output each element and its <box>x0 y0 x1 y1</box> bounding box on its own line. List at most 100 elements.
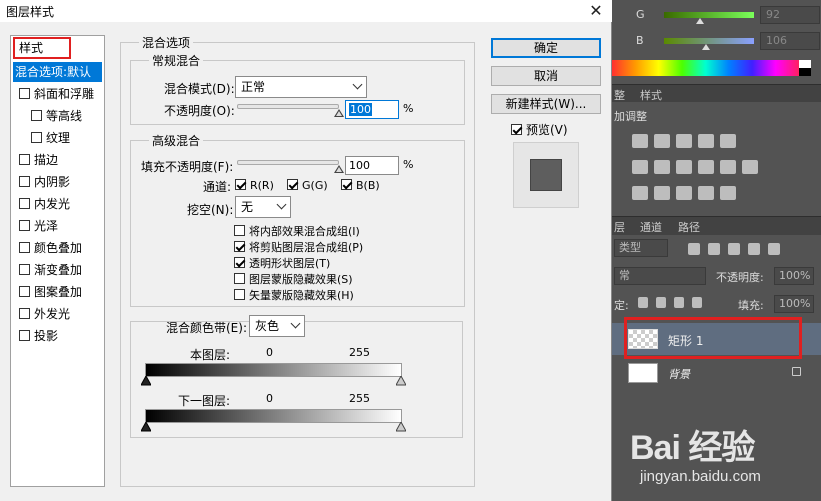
checkbox-icon[interactable] <box>19 154 30 165</box>
option-vector-mask-hides-effects-checkbox[interactable]: 矢量蒙版隐藏效果(H) <box>234 287 354 303</box>
color-slider-thumb[interactable] <box>702 44 710 50</box>
checkbox-icon[interactable] <box>19 242 30 253</box>
checkbox-icon[interactable] <box>19 286 30 297</box>
invert-icon[interactable] <box>632 186 648 200</box>
tab-paths[interactable]: 路径 <box>678 219 700 235</box>
fill-opacity-input[interactable]: 100 <box>345 156 399 175</box>
style-item-stroke[interactable]: 描边 <box>13 150 102 170</box>
channel-b-checkbox[interactable]: B(B) <box>341 179 380 192</box>
tab-adjustments[interactable]: 整 <box>614 87 625 103</box>
style-item-color-overlay[interactable]: 颜色叠加 <box>13 238 102 258</box>
bw-icon[interactable] <box>676 160 692 174</box>
checkbox-icon[interactable] <box>19 176 30 187</box>
lock-transparency-icon[interactable] <box>638 297 648 308</box>
brightness-icon[interactable] <box>632 134 648 148</box>
style-item-pattern-overlay[interactable]: 图案叠加 <box>13 282 102 302</box>
filter-pixel-icon[interactable] <box>688 243 700 255</box>
color-slider-thumb[interactable] <box>696 18 704 24</box>
blend-mode-select[interactable]: 正常 <box>235 76 367 98</box>
checkbox-icon[interactable] <box>19 88 30 99</box>
style-item-satin[interactable]: 光泽 <box>13 216 102 236</box>
style-item-inner-shadow[interactable]: 内阴影 <box>13 172 102 192</box>
style-item-bevel-emboss[interactable]: 斜面和浮雕 <box>13 84 102 104</box>
layer-opacity-field[interactable]: 100% <box>774 267 814 285</box>
close-icon[interactable]: ✕ <box>586 0 606 22</box>
checkbox-checked-icon[interactable] <box>511 124 522 135</box>
filter-smart-icon[interactable] <box>768 243 780 255</box>
opacity-slider-thumb[interactable] <box>334 109 344 117</box>
layer-blend-mode-select[interactable]: 常 <box>614 267 706 285</box>
checkbox-checked-icon[interactable] <box>234 241 245 252</box>
layer-fill-field[interactable]: 100% <box>774 295 814 313</box>
color-value-field[interactable]: 106 <box>760 32 820 50</box>
checkbox-icon[interactable] <box>234 289 245 300</box>
style-list-header[interactable]: 样式 <box>13 37 71 59</box>
checkbox-icon[interactable] <box>19 220 30 231</box>
blend-if-select[interactable]: 灰色 <box>249 315 305 337</box>
tab-styles[interactable]: 样式 <box>640 87 662 103</box>
underlying-white-stop[interactable] <box>396 422 406 432</box>
photo-filter-icon[interactable] <box>698 160 714 174</box>
lock-position-icon[interactable] <box>674 297 684 308</box>
style-item-texture[interactable]: 纹理 <box>13 128 102 148</box>
lock-all-icon[interactable] <box>692 297 702 308</box>
filter-adjust-icon[interactable] <box>708 243 720 255</box>
color-slider-b[interactable]: B 106 <box>636 32 821 52</box>
checkbox-icon[interactable] <box>19 308 30 319</box>
opacity-slider[interactable] <box>237 104 339 109</box>
channel-r-checkbox[interactable]: R(R) <box>235 179 274 192</box>
black-white-swatch[interactable] <box>799 60 811 76</box>
option-blend-interior-effects-checkbox[interactable]: 将内部效果混合成组(I) <box>234 223 360 239</box>
style-item-outer-glow[interactable]: 外发光 <box>13 304 102 324</box>
fill-opacity-slider[interactable] <box>237 160 339 165</box>
checkbox-icon[interactable] <box>19 330 30 341</box>
color-slider-g[interactable]: G 92 <box>636 6 821 26</box>
exposure-icon[interactable] <box>698 134 714 148</box>
option-layer-mask-hides-effects-checkbox[interactable]: 图层蒙版隐藏效果(S) <box>234 271 353 287</box>
gradient-map-icon[interactable] <box>698 186 714 200</box>
layer-row-background[interactable]: 背景 <box>612 357 821 389</box>
ok-button[interactable]: 确定 <box>491 38 601 58</box>
underlying-layer-gradient[interactable] <box>145 409 402 423</box>
checkbox-icon[interactable] <box>234 273 245 284</box>
opacity-input[interactable]: 100 <box>345 100 399 119</box>
lock-pixels-icon[interactable] <box>656 297 666 308</box>
checkbox-icon[interactable] <box>31 110 42 121</box>
color-slider-track[interactable] <box>664 12 754 18</box>
style-item-contour[interactable]: 等高线 <box>13 106 102 126</box>
style-item-blend-options-default[interactable]: 混合选项:默认 <box>13 62 102 82</box>
tab-channels[interactable]: 通道 <box>640 219 662 235</box>
underlying-black-stop[interactable] <box>141 422 151 432</box>
checkbox-checked-icon[interactable] <box>341 179 352 190</box>
dialog-titlebar[interactable]: 图层样式 ✕ <box>0 0 612 22</box>
checkbox-icon[interactable] <box>19 198 30 209</box>
filter-type-icon[interactable] <box>728 243 740 255</box>
channel-g-checkbox[interactable]: G(G) <box>287 179 328 192</box>
fill-opacity-slider-thumb[interactable] <box>334 165 344 173</box>
channel-mixer-icon[interactable] <box>720 160 736 174</box>
color-value-field[interactable]: 92 <box>760 6 820 24</box>
this-layer-white-stop[interactable] <box>396 376 406 386</box>
vibrance-icon[interactable] <box>720 134 736 148</box>
color-spectrum[interactable] <box>612 60 799 76</box>
checkbox-checked-icon[interactable] <box>234 257 245 268</box>
filter-shape-icon[interactable] <box>748 243 760 255</box>
style-item-inner-glow[interactable]: 内发光 <box>13 194 102 214</box>
color-lookup-icon[interactable] <box>742 160 758 174</box>
selective-color-icon[interactable] <box>720 186 736 200</box>
knockout-select[interactable]: 无 <box>235 196 291 218</box>
color-balance-icon[interactable] <box>654 160 670 174</box>
checkbox-icon[interactable] <box>31 132 42 143</box>
curves-icon[interactable] <box>676 134 692 148</box>
style-item-gradient-overlay[interactable]: 渐变叠加 <box>13 260 102 280</box>
hue-sat-icon[interactable] <box>632 160 648 174</box>
cancel-button[interactable]: 取消 <box>491 66 601 86</box>
checkbox-checked-icon[interactable] <box>235 179 246 190</box>
checkbox-icon[interactable] <box>19 264 30 275</box>
checkbox-icon[interactable] <box>234 225 245 236</box>
option-blend-clipped-layers-checkbox[interactable]: 将剪贴图层混合成组(P) <box>234 239 363 255</box>
new-style-button[interactable]: 新建样式(W)... <box>491 94 601 114</box>
this-layer-gradient[interactable] <box>145 363 402 377</box>
this-layer-black-stop[interactable] <box>141 376 151 386</box>
layer-filter-select[interactable]: 类型 <box>614 239 668 257</box>
